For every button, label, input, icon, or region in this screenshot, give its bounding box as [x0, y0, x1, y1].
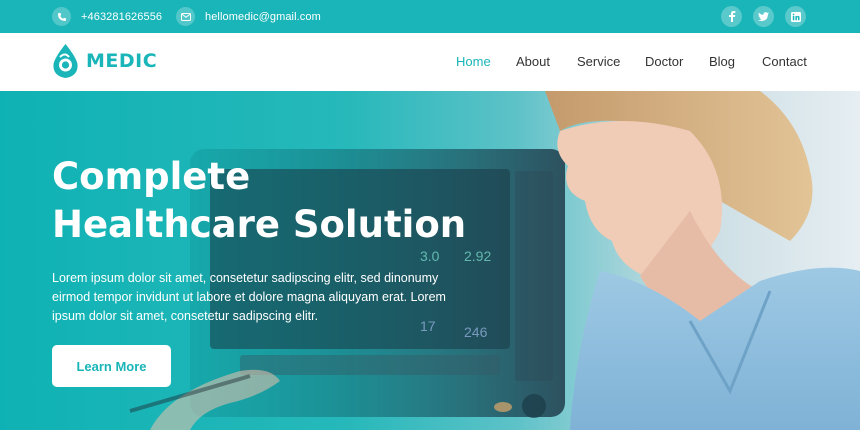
top-contact-bar: +463281626556 hellomedic@gmail.com	[0, 0, 860, 33]
phone-icon	[52, 7, 71, 26]
brand-name: MEDIC	[86, 50, 158, 72]
hero-title-line: Complete	[52, 155, 251, 198]
hero-title: Complete Healthcare Solution	[52, 153, 532, 249]
twitter-icon[interactable]	[753, 6, 774, 27]
phone-number[interactable]: +463281626556	[81, 11, 162, 23]
brand-logo[interactable]: MEDIC	[51, 43, 157, 79]
nav-item-home[interactable]: Home	[456, 54, 491, 69]
mail-icon	[176, 7, 195, 26]
email-contact[interactable]: hellomedic@gmail.com	[176, 0, 321, 33]
drop-logo-icon	[53, 44, 78, 78]
monitor-reading: 2.92	[464, 248, 491, 264]
main-navbar: MEDIC Home About Service Doctor Blog Con…	[0, 33, 860, 91]
hero-banner: 3.0 2.92 17 246 Complete Healthcare Solu…	[0, 91, 860, 430]
nav-item-blog[interactable]: Blog	[709, 54, 735, 69]
monitor-reading: 246	[464, 324, 488, 340]
nav-item-service[interactable]: Service	[577, 54, 620, 69]
nav-item-about[interactable]: About	[516, 54, 550, 69]
linkedin-icon[interactable]	[785, 6, 806, 27]
monitor-reading: 3.0	[420, 248, 440, 264]
hero-description: Lorem ipsum dolor sit amet, consetetur s…	[52, 271, 446, 323]
facebook-icon[interactable]	[721, 6, 742, 27]
hero-title-line: Healthcare Solution	[52, 203, 467, 246]
nav-item-doctor[interactable]: Doctor	[645, 54, 683, 69]
learn-more-button[interactable]: Learn More	[52, 345, 171, 387]
email-address[interactable]: hellomedic@gmail.com	[205, 11, 321, 23]
phone-contact[interactable]: +463281626556	[52, 0, 162, 33]
nav-item-contact[interactable]: Contact	[762, 54, 807, 69]
